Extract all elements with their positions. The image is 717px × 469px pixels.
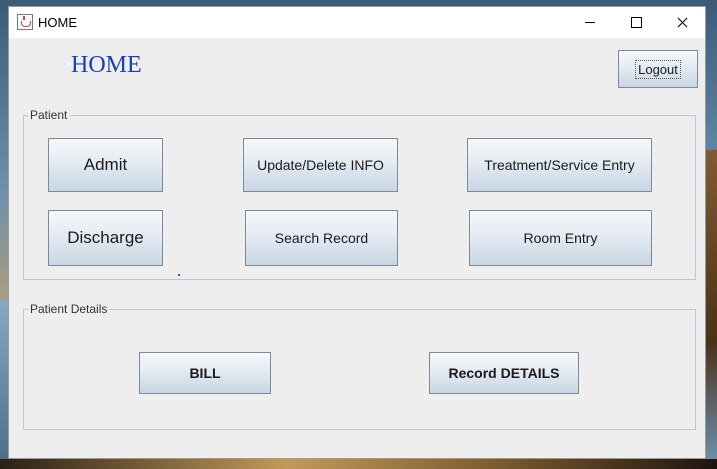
- patient-details-panel: Patient Details BILL Record DETAILS: [23, 302, 696, 430]
- patient-details-legend: Patient Details: [28, 302, 110, 316]
- logout-label: Logout: [635, 59, 681, 79]
- title-bar[interactable]: HOME: [9, 7, 705, 38]
- main-content: HOME Logout Patient Admit Update/Delete …: [9, 38, 705, 459]
- room-entry-button[interactable]: Room Entry: [469, 210, 652, 266]
- bill-button[interactable]: BILL: [139, 352, 271, 394]
- page-title: HOME: [71, 52, 142, 78]
- treatment-service-entry-button[interactable]: Treatment/Service Entry: [467, 138, 652, 192]
- update-delete-info-button[interactable]: Update/Delete INFO: [243, 138, 398, 192]
- desktop-wallpaper-bottom: [0, 459, 717, 469]
- stray-dot: [178, 274, 180, 276]
- home-window: HOME HOME Logout Patient Admit Update/De…: [8, 6, 706, 459]
- record-details-button[interactable]: Record DETAILS: [429, 352, 579, 394]
- minimize-icon[interactable]: [567, 7, 613, 38]
- java-app-icon: [17, 14, 33, 30]
- discharge-button[interactable]: Discharge: [48, 210, 163, 266]
- logout-button[interactable]: Logout: [618, 50, 698, 88]
- maximize-icon[interactable]: [613, 7, 659, 38]
- admit-button[interactable]: Admit: [48, 138, 163, 192]
- search-record-button[interactable]: Search Record: [245, 210, 398, 266]
- patient-panel-legend: Patient: [28, 108, 70, 122]
- close-icon[interactable]: [659, 7, 705, 38]
- patient-panel: Patient Admit Update/Delete INFO Treatme…: [23, 108, 696, 280]
- window-title: HOME: [38, 15, 77, 30]
- desktop-wallpaper-right: [705, 150, 717, 469]
